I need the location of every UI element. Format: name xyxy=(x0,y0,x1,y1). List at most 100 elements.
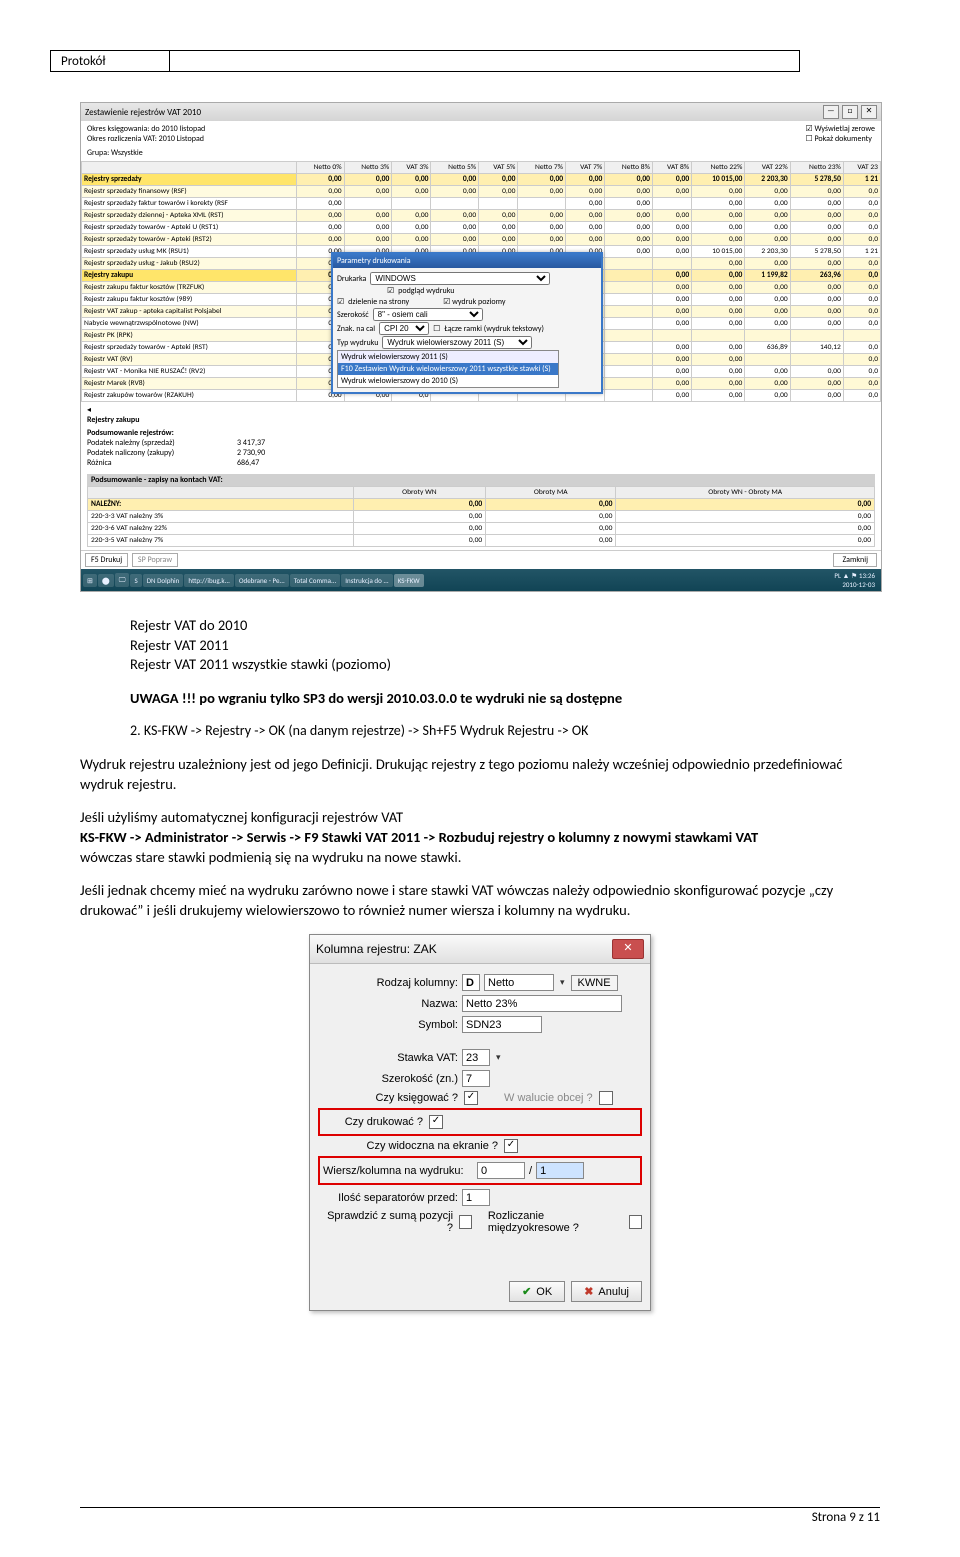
chk-preview[interactable]: podgląd wydruku xyxy=(398,286,454,296)
top-left-info: Okres księgowania: do 2010 listopad Okre… xyxy=(87,124,205,158)
chk-show-zero-label: Wyświetlaj zerowe xyxy=(814,124,875,134)
stawka-input[interactable] xyxy=(462,1049,490,1066)
print-type-dropdown[interactable]: Wydruk wielowierszowy 2011 (S) F10 Zesta… xyxy=(337,350,559,388)
numbered-item-2: 2. KS-FKW -> Rejestry -> OK (na danym re… xyxy=(130,722,880,739)
sprawdzic-checkbox[interactable] xyxy=(459,1215,472,1229)
drukowac-label: Czy drukować ? xyxy=(323,1116,423,1128)
rodzaj-label: Rodzaj kolumny: xyxy=(318,977,458,989)
stawka-dropdown-icon[interactable]: ▾ xyxy=(494,1052,503,1063)
wiersz-label: Wiersz/kolumna na wydruku: xyxy=(323,1165,473,1177)
rodzaj-dropdown-icon[interactable]: ▾ xyxy=(558,977,567,988)
print-dialog-title: Parametry drukowania xyxy=(333,254,601,268)
drukowac-checkbox[interactable]: ✓ xyxy=(429,1115,443,1129)
highlight-drukowac: Czy drukować ? ✓ xyxy=(318,1108,642,1136)
szer-label: Szerokość (zn.) xyxy=(318,1073,458,1085)
chk-show-docs-label: Pokaż dokumenty xyxy=(814,134,871,144)
bottom-bar: F5 Drukuj SP Popraw Zamknij xyxy=(81,550,881,569)
chk-textframe[interactable]: Łącze ramki (wydruk tekstowy) xyxy=(444,324,544,334)
print-type-select[interactable]: Wydruk wielowierszowy 2011 (S) xyxy=(382,336,532,349)
chk-show-docs[interactable]: ☐ Pokaż dokumenty xyxy=(805,134,875,144)
width-select[interactable]: 8" - osiem cali xyxy=(373,308,483,321)
close-button[interactable]: Zamknij xyxy=(833,553,877,567)
ksiegowac-checkbox[interactable]: ✓ xyxy=(464,1091,478,1105)
highlight-wiersz: Wiersz/kolumna na wydruku: / xyxy=(318,1156,642,1185)
dropdown-item-0[interactable]: Wydruk wielowierszowy 2011 (S) xyxy=(338,351,558,363)
close-icon[interactable]: ✕ xyxy=(861,105,877,119)
kwne-badge: KWNE xyxy=(571,975,618,991)
paragraph-2: Jeśli użyliśmy automatycznej konfiguracj… xyxy=(80,808,880,867)
item-number: 2. xyxy=(130,722,141,739)
wiersz-sep: / xyxy=(529,1165,532,1177)
summary-darkbar: Podsumowanie - zapisy na kontach VAT: xyxy=(91,475,223,485)
uwaga-line: UWAGA !!! po wgraniu tylko SP3 do wersji… xyxy=(130,689,880,709)
rodzaj-code-input[interactable] xyxy=(462,974,480,991)
page-footer: Strona 9 z 11 xyxy=(80,1507,880,1525)
header-label: Protokół xyxy=(50,50,170,72)
printer-label: Drukarka xyxy=(337,274,366,284)
summary-block: ◂ Rejestry zakupu Podsumowanie rejestrów… xyxy=(81,402,881,550)
nazwa-input[interactable] xyxy=(462,995,622,1012)
ekran-checkbox[interactable]: ✓ xyxy=(504,1139,518,1153)
sp-edit-button: SP Popraw xyxy=(132,553,178,567)
rozlicz-checkbox[interactable] xyxy=(629,1215,642,1229)
window-buttons: — □ ✕ xyxy=(822,105,877,119)
waluta-label: W walucie obcej ? xyxy=(504,1092,593,1104)
chk-landscape[interactable]: wydruk poziomy xyxy=(452,297,505,307)
ok-icon: ✔ xyxy=(522,1285,531,1298)
dropdown-item-1[interactable]: F10 Zestawien Wydruk wielowierszowy 2011… xyxy=(338,363,558,375)
stawka-label: Stawka VAT: xyxy=(318,1052,458,1064)
min-icon[interactable]: — xyxy=(823,105,839,119)
szer-input[interactable] xyxy=(462,1070,490,1087)
header-empty xyxy=(170,50,800,72)
summary-grid: Obroty WNObroty MAObroty WN - Obroty MAN… xyxy=(87,486,875,547)
vat-period-label: Okres rozliczenia VAT: 2010 Listopad xyxy=(87,134,205,144)
summary-heading: Rejestry zakupu xyxy=(87,415,139,425)
window-title: Zestawienie rejestrów VAT 2010 xyxy=(85,107,201,118)
f5-print-button[interactable]: F5 Drukuj xyxy=(85,553,128,567)
nazwa-label: Nazwa: xyxy=(318,998,458,1010)
width-label: Szerokość xyxy=(337,310,369,320)
summary-title: Podsumowanie rejestrów: xyxy=(87,428,174,438)
dlg2-title: Kolumna rejestru: ZAK xyxy=(316,942,437,956)
symbol-input[interactable] xyxy=(462,1016,542,1033)
cpi-label: Znak. na cal xyxy=(337,324,375,334)
line-vat-2010: Rejestr VAT do 2010 xyxy=(130,616,880,636)
printer-select[interactable]: WINDOWS xyxy=(370,272,550,285)
waluta-checkbox xyxy=(599,1091,613,1105)
symbol-label: Symbol: xyxy=(318,1019,458,1031)
group-label: Grupa: Wszystkie xyxy=(87,148,205,158)
window-titlebar: Zestawienie rejestrów VAT 2010 — □ ✕ xyxy=(81,103,881,121)
sep-label: Ilość separatorów przed: xyxy=(318,1192,458,1204)
line-vat-2011: Rejestr VAT 2011 xyxy=(130,636,880,656)
cancel-button[interactable]: ✖Anuluj xyxy=(571,1281,642,1302)
dropdown-item-2[interactable]: Wydruk wielowierszowy do 2010 (S) xyxy=(338,375,558,387)
screenshot-vat-register: Zestawienie rejestrów VAT 2010 — □ ✕ Okr… xyxy=(80,102,882,592)
cancel-icon: ✖ xyxy=(584,1285,593,1298)
wiersz-input-2[interactable] xyxy=(536,1162,584,1179)
taskbar: ⊞⬤🖵SDN Dolphinhttp://ibug.k...Odebrane -… xyxy=(81,569,881,591)
ksiegowac-label: Czy księgować ? xyxy=(358,1092,458,1104)
sep-input[interactable] xyxy=(462,1189,490,1206)
chk-show-zero[interactable]: ☑ Wyświetlaj zerowe xyxy=(805,124,875,134)
cpi-select[interactable]: CPI 20 xyxy=(379,322,429,335)
wiersz-input-1[interactable] xyxy=(477,1162,525,1179)
top-right-checks: ☑ Wyświetlaj zerowe ☐ Pokaż dokumenty xyxy=(805,124,875,158)
header-tab: Protokół xyxy=(50,50,880,72)
rodzaj-text-input[interactable] xyxy=(484,974,554,991)
item-2-text: KS-FKW -> Rejestry -> OK (na danym rejes… xyxy=(144,722,589,739)
rozlicz-label: Rozliczanie międzyokresowe ? xyxy=(488,1210,623,1234)
sprawdzic-label: Sprawdzić z sumą pozycji ? xyxy=(318,1210,453,1234)
body-text: Rejestr VAT do 2010 Rejestr VAT 2011 Rej… xyxy=(130,616,880,920)
ekran-label: Czy widoczna na ekranie ? xyxy=(358,1140,498,1152)
column-dialog: Kolumna rejestru: ZAK ✕ Rodzaj kolumny: … xyxy=(309,934,651,1311)
max-icon[interactable]: □ xyxy=(842,105,858,119)
line-vat-2011-all: Rejestr VAT 2011 wszystkie stawki (pozio… xyxy=(130,655,880,675)
dlg2-close-icon[interactable]: ✕ xyxy=(612,939,644,959)
print-type-label: Typ wydruku xyxy=(337,338,378,348)
print-params-dialog: Parametry drukowania Drukarka WINDOWS ☑ … xyxy=(331,252,603,394)
paragraph-1: Wydruk rejestru uzależniony jest od jego… xyxy=(80,755,880,794)
chk-split-pages[interactable]: dzielenie na strony xyxy=(348,297,409,307)
paragraph-3: Jeśli jednak chcemy mieć na wydruku zaró… xyxy=(80,881,880,920)
ok-button[interactable]: ✔OK xyxy=(509,1281,565,1302)
period-label: Okres księgowania: do 2010 listopad xyxy=(87,124,205,134)
